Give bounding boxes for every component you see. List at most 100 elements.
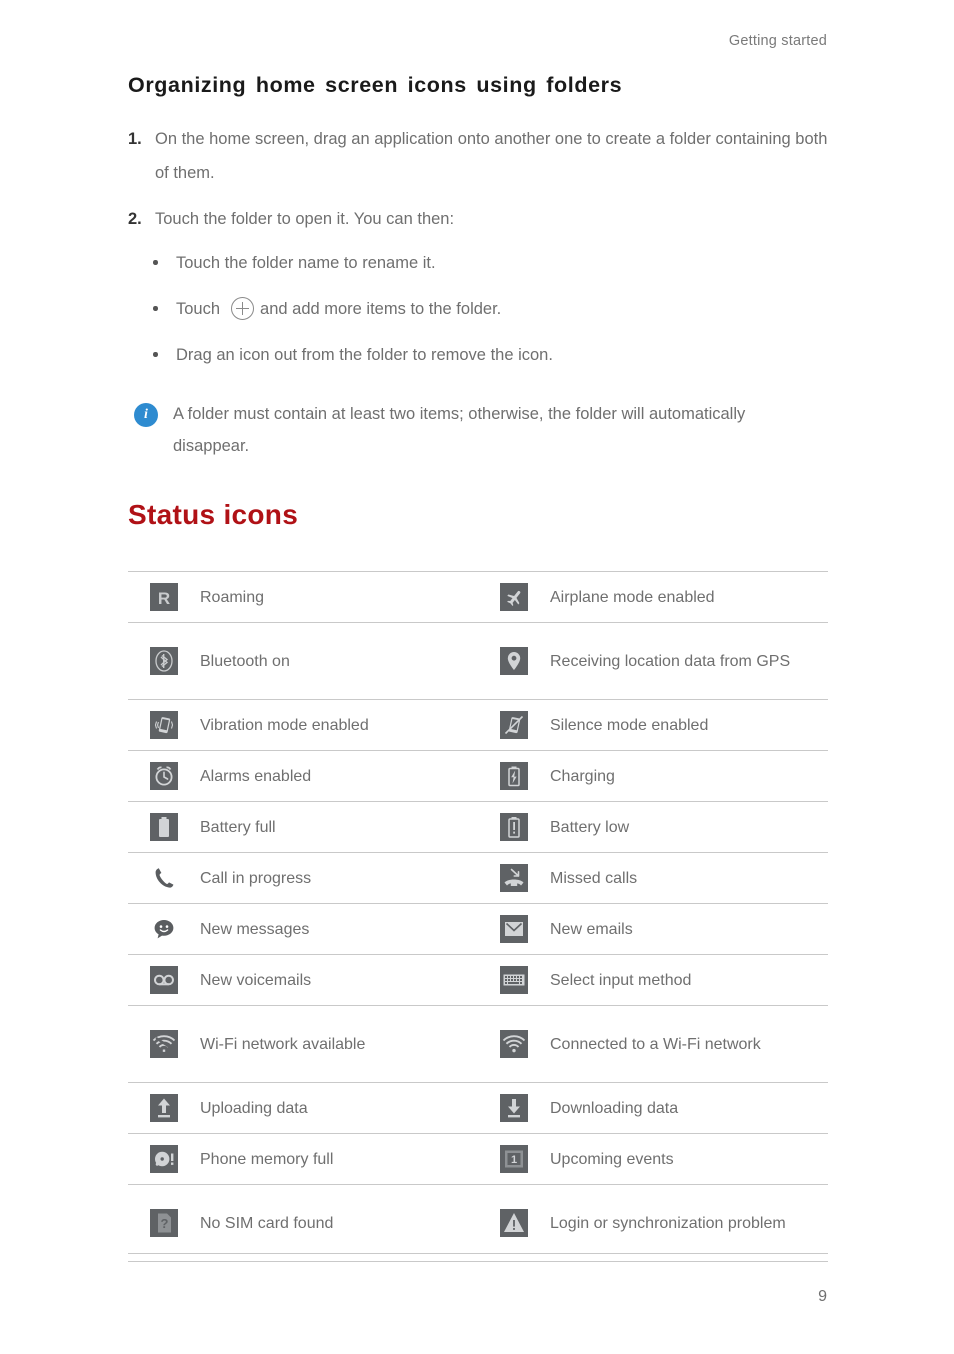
table-row: Wi-Fi network available Connected to a W… — [128, 1005, 828, 1083]
status-label: Roaming — [200, 571, 478, 623]
phone-memory-full-icon — [150, 1145, 178, 1173]
status-icon-cell — [478, 1005, 550, 1083]
page-number: 9 — [818, 1288, 827, 1305]
missed-call-icon — [500, 864, 528, 892]
status-label: Vibration mode enabled — [200, 699, 478, 751]
status-label: Airplane mode enabled — [550, 571, 828, 623]
new-email-icon — [500, 915, 528, 943]
status-label: Call in progress — [200, 852, 478, 904]
plus-circle-icon — [231, 297, 255, 320]
status-icon-cell — [128, 903, 200, 955]
bullet-text: Touch the folder name to rename it. — [176, 254, 436, 272]
vibration-icon — [150, 711, 178, 739]
table-row: Battery full Battery low — [128, 801, 828, 853]
bullet-text: Touch — [176, 300, 221, 318]
table-row: New messages New emails — [128, 903, 828, 955]
status-label: Missed calls — [550, 852, 828, 904]
table-row: Uploading data Downloading data — [128, 1082, 828, 1134]
svg-text:?: ? — [161, 1216, 169, 1231]
note-text: A folder must contain at least two items… — [173, 405, 746, 455]
battery-full-icon — [150, 813, 178, 841]
status-icon-cell — [478, 954, 550, 1006]
silence-mode-icon — [500, 711, 528, 739]
table-row: Call in progress Missed calls — [128, 852, 828, 904]
status-icon-cell — [128, 801, 200, 853]
step-item: 1. On the home screen, drag an applicati… — [128, 122, 828, 190]
bullet-list: Touch the folder name to rename it. Touc… — [128, 248, 828, 370]
step-number: 1. — [128, 130, 142, 148]
status-label: Silence mode enabled — [550, 699, 828, 751]
phone-handset-icon — [150, 864, 178, 892]
table-row: Alarms enabled Charging — [128, 750, 828, 802]
status-icon-cell: ? — [128, 1184, 200, 1262]
airplane-mode-icon — [500, 583, 528, 611]
status-label: New voicemails — [200, 954, 478, 1006]
status-icon-cell — [478, 1082, 550, 1134]
wifi-connected-icon — [500, 1030, 528, 1058]
status-icon-cell — [478, 801, 550, 853]
status-icon-cell — [128, 1005, 200, 1083]
step-text: Touch the folder to open it. You can the… — [155, 210, 455, 228]
status-label: Alarms enabled — [200, 750, 478, 802]
bullet-text: Drag an icon out from the folder to remo… — [176, 346, 553, 364]
table-row: Phone memory full 1 Upcoming events — [128, 1133, 828, 1185]
battery-charging-icon — [500, 762, 528, 790]
status-icon-cell — [478, 903, 550, 955]
status-icon-cell: R — [128, 571, 200, 623]
status-icon-cell — [478, 750, 550, 802]
status-icon-cell — [478, 852, 550, 904]
status-label: New messages — [200, 903, 478, 955]
calendar-event-icon: 1 — [500, 1145, 528, 1173]
section-title: Organizing home screen icons using folde… — [128, 73, 623, 97]
table-row: Vibration mode enabled Silence mode enab… — [128, 699, 828, 751]
table-row: New voicemails Select input method — [128, 954, 828, 1006]
bullet-dot-icon — [153, 306, 158, 311]
bullet-text-after: and add more items to the folder. — [260, 300, 502, 318]
running-head: Getting started — [728, 33, 827, 49]
table-row: Bluetooth on Receiving location data fro… — [128, 622, 828, 700]
download-icon — [500, 1094, 528, 1122]
status-label: Wi-Fi network available — [200, 1005, 478, 1083]
status-label: Phone memory full — [200, 1133, 478, 1185]
status-label: Charging — [550, 750, 828, 802]
status-label: Battery low — [550, 801, 828, 853]
status-icon-cell — [128, 750, 200, 802]
status-label: Select input method — [550, 954, 828, 1006]
battery-low-icon — [500, 813, 528, 841]
wifi-available-icon — [150, 1030, 178, 1058]
gps-location-icon — [500, 647, 528, 675]
status-label: Upcoming events — [550, 1133, 828, 1185]
bluetooth-icon — [150, 647, 178, 675]
status-icon-cell — [478, 622, 550, 700]
table-row: ? No SIM card found Login or synchroniza… — [128, 1184, 828, 1262]
numbered-steps: 1. On the home screen, drag an applicati… — [128, 122, 828, 386]
step-number: 2. — [128, 210, 142, 228]
list-item: Touch and add more items to the folder. — [128, 294, 828, 324]
status-icon-cell — [128, 1133, 200, 1185]
status-icon-cell — [478, 1184, 550, 1262]
status-icon-cell — [478, 699, 550, 751]
status-label: Uploading data — [200, 1082, 478, 1134]
svg-text:1: 1 — [511, 1154, 517, 1166]
status-icon-cell — [128, 622, 200, 700]
status-icons-table: R Roaming Airplane mode enabled Bluetoot… — [128, 571, 828, 1262]
status-label: Login or synchronization problem — [550, 1184, 828, 1262]
info-icon: i — [134, 403, 158, 427]
list-item: Touch the folder name to rename it. — [128, 248, 828, 278]
status-icon-cell: 1 — [478, 1133, 550, 1185]
status-label: Downloading data — [550, 1082, 828, 1134]
bullet-dot-icon — [153, 260, 158, 265]
status-label: New emails — [550, 903, 828, 955]
step-text: On the home screen, drag an application … — [155, 130, 828, 182]
roaming-icon: R — [150, 583, 178, 611]
status-label: Battery full — [200, 801, 478, 853]
status-icon-cell — [128, 954, 200, 1006]
alarm-clock-icon — [150, 762, 178, 790]
status-icon-cell — [128, 852, 200, 904]
step-item: 2. Touch the folder to open it. You can … — [128, 202, 828, 236]
svg-text:R: R — [158, 589, 170, 608]
status-label: No SIM card found — [200, 1184, 478, 1262]
keyboard-icon — [500, 966, 528, 994]
chapter-title: Status icons — [128, 499, 299, 530]
voicemail-icon — [150, 966, 178, 994]
